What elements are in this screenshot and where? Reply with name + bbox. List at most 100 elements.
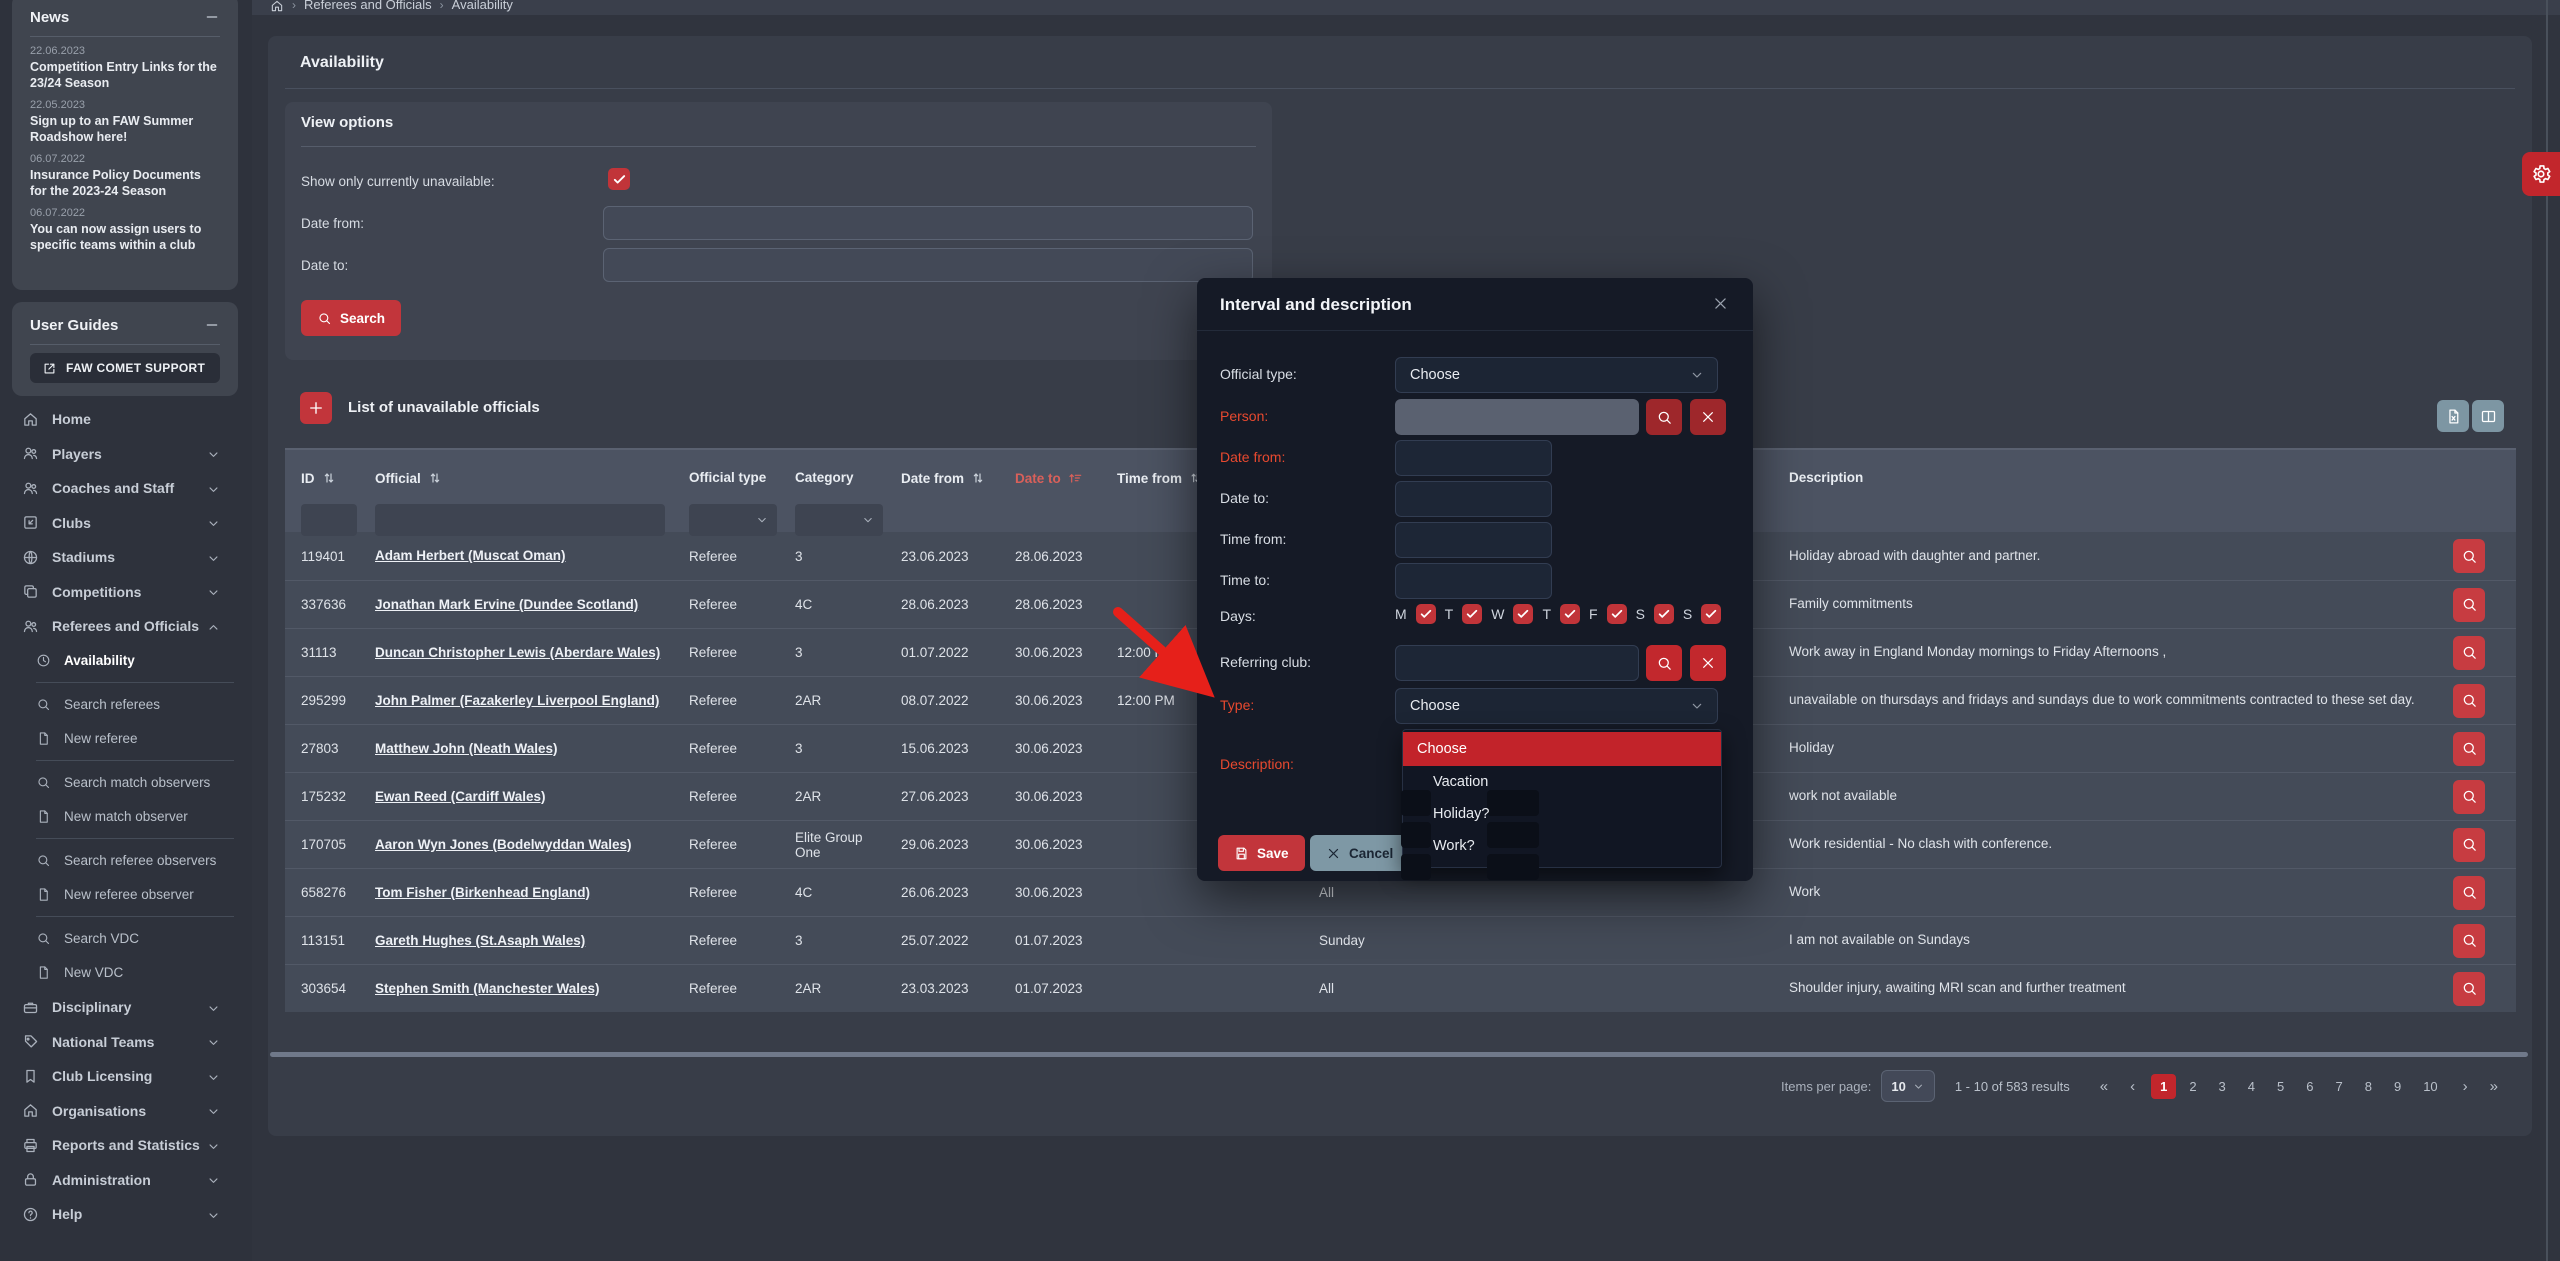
news-item[interactable]: 22.06.2023 Competition Entry Links for t…	[30, 45, 220, 91]
official-link[interactable]: Duncan Christopher Lewis (Aberdare Wales…	[375, 645, 660, 660]
day-checkbox[interactable]	[1462, 604, 1482, 624]
row-view-button[interactable]	[2453, 780, 2485, 814]
type-option-vacation[interactable]: Vacation	[1403, 766, 1721, 798]
page-number-6[interactable]: 6	[2297, 1074, 2322, 1099]
breadcrumb-item[interactable]: Availability	[452, 0, 513, 12]
row-view-button[interactable]	[2453, 588, 2485, 622]
show-unavailable-checkbox[interactable]	[608, 168, 630, 190]
column-header-official[interactable]: Official	[375, 456, 675, 486]
official-link[interactable]: Stephen Smith (Manchester Wales)	[375, 981, 600, 996]
day-checkbox[interactable]	[1701, 604, 1721, 624]
user-guides-collapse-button[interactable]	[204, 316, 220, 334]
official-filter-input[interactable]	[375, 504, 665, 536]
page-number-9[interactable]: 9	[2385, 1074, 2410, 1099]
sidebar-item-disciplinary[interactable]: Disciplinary	[0, 990, 252, 1025]
settings-gear-button[interactable]	[2522, 152, 2560, 196]
person-search-button[interactable]	[1646, 399, 1682, 435]
time-from-input[interactable]	[1395, 522, 1552, 558]
sidebar-item-help[interactable]: Help	[0, 1197, 252, 1232]
date-to-input[interactable]	[603, 248, 1253, 282]
official-link[interactable]: Jonathan Mark Ervine (Dundee Scotland)	[375, 597, 638, 612]
breadcrumb-item[interactable]: Referees and Officials	[304, 0, 432, 12]
column-header-actions[interactable]	[2453, 456, 2493, 470]
type-filter-select[interactable]	[689, 504, 777, 536]
page-number-10[interactable]: 10	[2414, 1074, 2446, 1099]
type-option-holiday[interactable]: Holiday?	[1403, 798, 1721, 830]
next-page-button[interactable]: ›	[2457, 1078, 2474, 1095]
sidebar-item-search-referee-observers[interactable]: Search referee observers	[0, 843, 252, 878]
first-page-button[interactable]: «	[2094, 1078, 2114, 1095]
cancel-button[interactable]: Cancel	[1310, 835, 1409, 871]
official-link[interactable]: Matthew John (Neath Wales)	[375, 741, 558, 756]
official-link[interactable]: Tom Fisher (Birkenhead England)	[375, 885, 590, 900]
row-view-button[interactable]	[2453, 539, 2485, 573]
sidebar-item-club-licensing[interactable]: Club Licensing	[0, 1059, 252, 1094]
category-filter-select[interactable]	[795, 504, 883, 536]
sidebar-item-reports-and-statistics[interactable]: Reports and Statistics	[0, 1128, 252, 1163]
sidebar-item-new-vdc[interactable]: New VDC	[0, 956, 252, 991]
sidebar-item-new-match-observer[interactable]: New match observer	[0, 800, 252, 835]
page-number-5[interactable]: 5	[2268, 1074, 2293, 1099]
row-view-button[interactable]	[2453, 924, 2485, 958]
sidebar-item-search-referees[interactable]: Search referees	[0, 687, 252, 722]
type-select[interactable]: Choose	[1395, 688, 1718, 724]
sidebar-item-administration[interactable]: Administration	[0, 1163, 252, 1198]
sidebar-item-clubs[interactable]: Clubs	[0, 506, 252, 541]
official-link[interactable]: Ewan Reed (Cardiff Wales)	[375, 789, 546, 804]
person-input[interactable]	[1395, 399, 1639, 435]
official-link[interactable]: John Palmer (Fazakerley Liverpool Englan…	[375, 693, 659, 708]
page-number-1[interactable]: 1	[2151, 1074, 2176, 1099]
modal-date-to-input[interactable]	[1395, 481, 1552, 517]
columns-button[interactable]	[2472, 400, 2504, 432]
sidebar-item-national-teams[interactable]: National Teams	[0, 1025, 252, 1060]
column-header-category[interactable]: Category	[795, 456, 887, 485]
row-view-button[interactable]	[2453, 636, 2485, 670]
official-link[interactable]: Aaron Wyn Jones (Bodelwyddan Wales)	[375, 837, 632, 852]
sidebar-item-new-referee-observer[interactable]: New referee observer	[0, 878, 252, 913]
time-to-input[interactable]	[1395, 563, 1552, 599]
search-button[interactable]: Search	[301, 300, 401, 336]
referring-club-input[interactable]	[1395, 645, 1639, 681]
column-header-date_from[interactable]: Date from	[901, 456, 1001, 486]
column-header-description[interactable]: Description	[1789, 456, 2439, 485]
day-checkbox[interactable]	[1560, 604, 1580, 624]
sidebar-item-coaches-and-staff[interactable]: Coaches and Staff	[0, 471, 252, 506]
home-icon[interactable]	[270, 0, 284, 13]
page-number-8[interactable]: 8	[2356, 1074, 2381, 1099]
official-link[interactable]: Gareth Hughes (St.Asaph Wales)	[375, 933, 585, 948]
row-view-button[interactable]	[2453, 732, 2485, 766]
sidebar-item-availability[interactable]: Availability	[0, 644, 252, 679]
export-button[interactable]	[2437, 400, 2469, 432]
row-view-button[interactable]	[2453, 972, 2485, 1006]
sidebar-item-referees-and-officials[interactable]: Referees and Officials	[0, 609, 252, 644]
column-header-time_from[interactable]: Time from	[1117, 456, 1203, 486]
news-item[interactable]: 22.05.2023 Sign up to an FAW Summer Road…	[30, 99, 220, 145]
save-button[interactable]: Save	[1218, 835, 1305, 871]
sidebar-item-players[interactable]: Players	[0, 437, 252, 472]
referring-club-search-button[interactable]	[1646, 645, 1682, 681]
date-from-input[interactable]	[603, 206, 1253, 240]
sidebar-item-search-vdc[interactable]: Search VDC	[0, 921, 252, 956]
page-number-2[interactable]: 2	[2180, 1074, 2205, 1099]
sidebar-item-new-referee[interactable]: New referee	[0, 722, 252, 757]
sidebar-item-competitions[interactable]: Competitions	[0, 575, 252, 610]
column-header-type[interactable]: Official type	[689, 456, 781, 485]
page-number-4[interactable]: 4	[2239, 1074, 2264, 1099]
last-page-button[interactable]: »	[2484, 1078, 2504, 1095]
prev-page-button[interactable]: ‹	[2124, 1078, 2141, 1095]
faw-comet-support-link[interactable]: FAW COMET SUPPORT	[30, 353, 220, 383]
day-checkbox[interactable]	[1607, 604, 1627, 624]
add-interval-button[interactable]	[300, 392, 332, 424]
row-view-button[interactable]	[2453, 828, 2485, 862]
row-view-button[interactable]	[2453, 876, 2485, 910]
news-collapse-button[interactable]	[204, 8, 220, 26]
sidebar-item-organisations[interactable]: Organisations	[0, 1094, 252, 1129]
items-per-page-select[interactable]: 10	[1881, 1070, 1934, 1102]
page-number-3[interactable]: 3	[2210, 1074, 2235, 1099]
official-link[interactable]: Adam Herbert (Muscat Oman)	[375, 548, 566, 563]
person-clear-button[interactable]	[1690, 399, 1726, 435]
column-header-date_to[interactable]: Date to	[1015, 456, 1103, 486]
type-option-work[interactable]: Work?	[1403, 830, 1721, 862]
day-checkbox[interactable]	[1513, 604, 1533, 624]
sidebar-item-home[interactable]: Home	[0, 402, 252, 437]
